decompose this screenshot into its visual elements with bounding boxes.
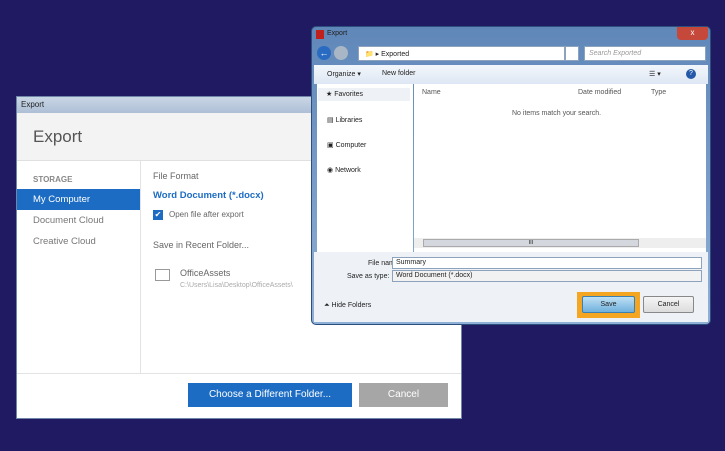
- cancel-button[interactable]: Cancel: [643, 296, 694, 313]
- address-bar[interactable]: 📁 ▸ Exported: [358, 46, 565, 61]
- new-folder-button[interactable]: New folder: [382, 70, 415, 77]
- file-format-value[interactable]: Word Document (*.docx): [153, 190, 264, 201]
- nav-favorites[interactable]: ★ Favorites: [318, 88, 410, 101]
- address-text: Exported: [381, 51, 410, 58]
- recent-folder-path: C:\Users\Lisa\Desktop\OfficeAssets\: [180, 282, 293, 289]
- view-icon[interactable]: ☰ ▾: [649, 70, 661, 78]
- open-after-export-label: Open file after export: [169, 210, 244, 219]
- column-type[interactable]: Type: [651, 89, 666, 96]
- nav-label: Favorites: [334, 91, 364, 98]
- sidebar-item-document-cloud[interactable]: Document Cloud: [17, 210, 140, 231]
- empty-message: No items match your search.: [512, 110, 602, 117]
- column-date-modified[interactable]: Date modified: [578, 89, 621, 96]
- nav-computer[interactable]: ▣ Computer: [327, 141, 366, 149]
- hide-folders-label: Hide Folders: [331, 302, 372, 309]
- toolbar: Organize ▾ New folder ☰ ▾ ?: [314, 65, 708, 84]
- back-button[interactable]: ←: [317, 46, 331, 60]
- file-format-label: File Format: [153, 171, 199, 181]
- organize-button[interactable]: Organize ▾: [327, 70, 361, 78]
- storage-label: STORAGE: [33, 175, 73, 184]
- forward-button[interactable]: [334, 46, 348, 60]
- folder-icon: [155, 269, 170, 281]
- search-input[interactable]: Search Exported: [584, 46, 706, 61]
- save-type-select[interactable]: Word Document (*.docx): [392, 270, 702, 282]
- refresh-button[interactable]: [565, 46, 579, 61]
- nav-network[interactable]: ◉ Network: [327, 166, 361, 174]
- nav-label: Computer: [335, 142, 367, 149]
- save-dialog: Export x ← 📁 ▸ Exported Search Exported …: [311, 26, 711, 325]
- nav-libraries[interactable]: ▤ Libraries: [327, 116, 362, 124]
- sidebar-item-my-computer[interactable]: My Computer: [17, 189, 140, 210]
- nav-label: Libraries: [335, 117, 363, 124]
- recent-folder-label: Save in Recent Folder...: [153, 240, 250, 250]
- window-title: Export: [327, 30, 348, 37]
- horizontal-scrollbar[interactable]: III: [414, 238, 706, 248]
- close-button[interactable]: x: [677, 27, 708, 40]
- sidebar-item-creative-cloud[interactable]: Creative Cloud: [17, 231, 140, 252]
- open-after-export-checkbox[interactable]: ✔: [153, 210, 163, 220]
- nav-label: Network: [335, 167, 361, 174]
- scroll-thumb[interactable]: III: [423, 239, 639, 247]
- cancel-button[interactable]: Cancel: [359, 383, 448, 407]
- recent-folder-name[interactable]: OfficeAssets: [180, 268, 230, 278]
- column-name[interactable]: Name: [422, 89, 441, 96]
- choose-folder-button[interactable]: Choose a Different Folder...: [188, 383, 352, 407]
- hide-folders-button[interactable]: ⏶ Hide Folders: [324, 302, 371, 310]
- navigation-pane: ★ Favorites ▤ Libraries ▣ Computer ◉ Net…: [317, 84, 413, 252]
- save-type-label: Save as type:: [347, 273, 390, 280]
- file-name-input[interactable]: Summary: [392, 257, 702, 269]
- save-button[interactable]: Save: [582, 296, 635, 313]
- dialog-footer: Choose a Different Folder... Cancel: [17, 373, 461, 419]
- help-icon[interactable]: ?: [686, 69, 696, 79]
- file-list: Name Date modified Type No items match y…: [414, 84, 706, 252]
- app-icon: [316, 30, 324, 39]
- storage-sidebar: STORAGE My Computer Document Cloud Creat…: [17, 161, 141, 373]
